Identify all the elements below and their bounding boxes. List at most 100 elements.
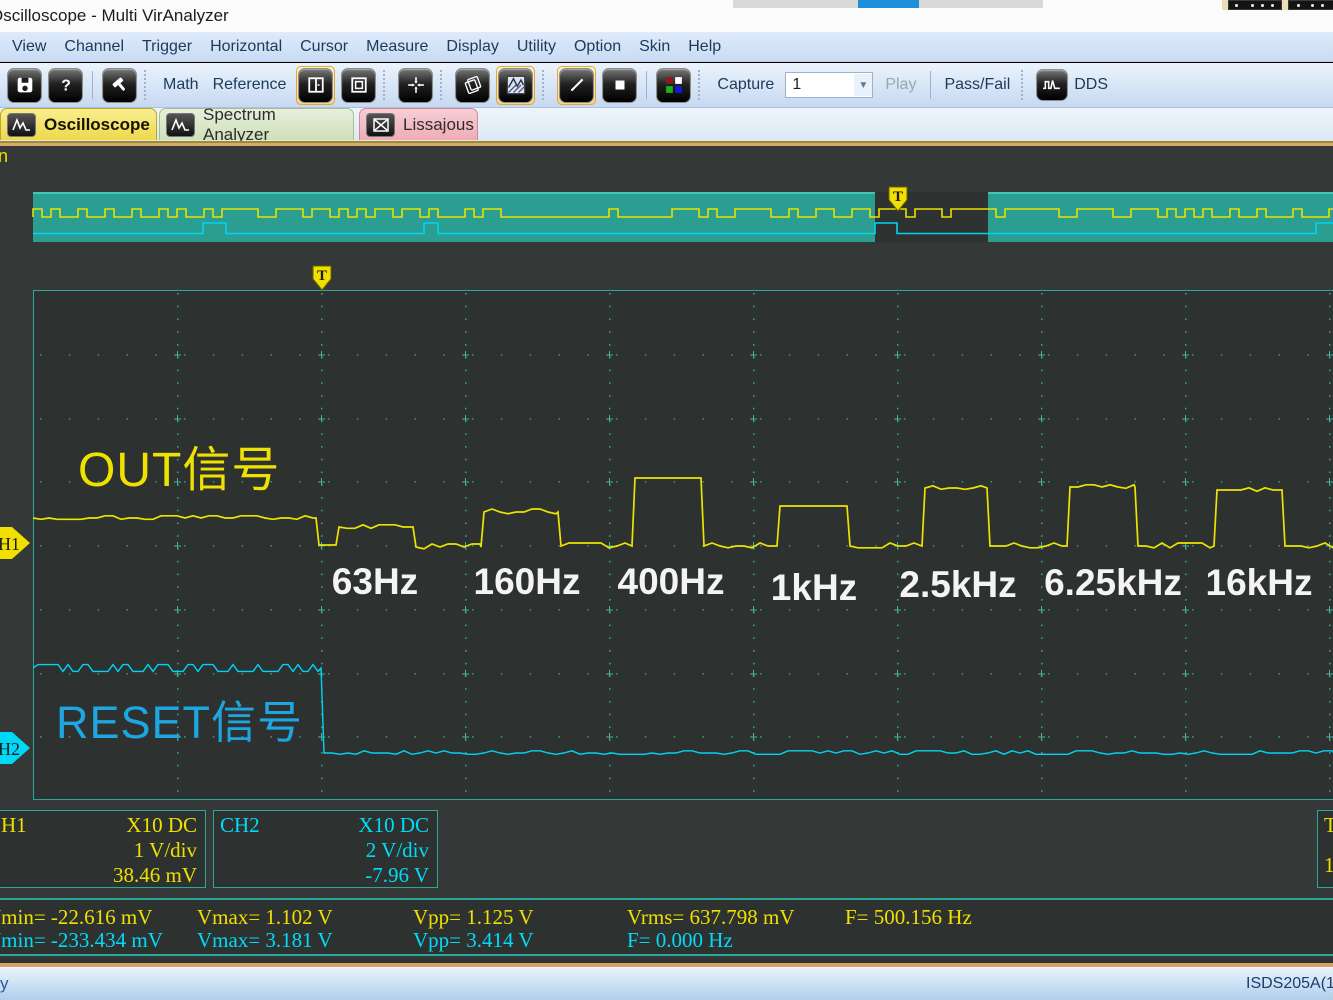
stop-icon (615, 80, 625, 90)
single-view-button[interactable] (341, 67, 377, 103)
persistence-3d-icon (464, 76, 482, 94)
timebase-panel-clipped[interactable]: T 1 (1317, 810, 1333, 888)
freq-label-160hz: 160Hz (473, 561, 581, 602)
ch1-vmax: Vmax= 1.102 V (197, 905, 333, 929)
menu-channel[interactable]: Channel (64, 38, 140, 56)
waterfall-3d-icon (506, 75, 526, 95)
ch1-vmin: Vmin= -22.616 mV (0, 905, 153, 929)
background-button[interactable] (1288, 0, 1333, 10)
ch2-name: CH2 (220, 813, 260, 837)
freq-label-2-5khz: 2.5kHz (899, 564, 1017, 605)
ch2-vpp: Vpp= 3.414 V (413, 928, 534, 952)
menu-horizontal[interactable]: Horizontal (210, 38, 298, 56)
dds-button[interactable] (1036, 69, 1069, 101)
menu-view[interactable]: View (12, 38, 62, 56)
tab-oscilloscope[interactable]: Oscilloscope (0, 108, 157, 140)
save-button[interactable] (7, 67, 42, 103)
background-scrollbar[interactable] (733, 0, 1043, 8)
ch1-vrms: Vrms= 637.798 mV (627, 905, 795, 929)
menu-measure[interactable]: Measure (366, 38, 444, 56)
ch2-freq: F= 0.000 Hz (627, 928, 733, 952)
ch1-volts-per-div: 1 V/div (133, 838, 197, 862)
menu-cursor[interactable]: Cursor (300, 38, 364, 56)
title-bar: Oscilloscope - Multi VirAnalyzer (0, 0, 1333, 32)
scrollbar-thumb[interactable] (858, 0, 919, 8)
ch1-name: CH1 (0, 813, 27, 837)
stop-button[interactable] (602, 67, 638, 103)
capture-count-select[interactable]: 1 ▼ (785, 72, 874, 98)
ch1-info-panel[interactable]: CH1 X10 DC 1 V/div 38.46 mV (0, 810, 206, 888)
ch2-vmax: Vmax= 3.181 V (197, 928, 333, 952)
play-button[interactable]: Play (885, 76, 916, 94)
menu-bar: View Channel Trigger Horizontal Cursor M… (0, 32, 1333, 62)
tab-row: Oscilloscope Spectrum Analyzer Lissajous (0, 105, 1333, 144)
svg-text:CH1: CH1 (0, 534, 20, 554)
ch2-info-panel[interactable]: CH2 X10 DC 2 V/div -7.96 V (213, 810, 438, 888)
out-signal-annotation: OUT信号 (78, 444, 281, 497)
freq-label-400hz: 400Hz (617, 561, 725, 602)
split-view-toggle[interactable] (296, 65, 336, 105)
freq-label-16khz: 16kHz (1205, 562, 1313, 603)
tools-button[interactable] (102, 67, 137, 103)
math-button[interactable]: Math (163, 76, 199, 94)
split-view-icon (308, 77, 324, 93)
menu-skin[interactable]: Skin (639, 38, 686, 56)
timebase-line1: T (1324, 813, 1333, 837)
timebase-line2: 1 (1324, 853, 1333, 877)
capture-label: Capture (717, 76, 775, 93)
reset-signal-annotation: RESET信号 (56, 697, 304, 748)
draw-line-toggle[interactable] (557, 65, 597, 105)
reference-button[interactable]: Reference (213, 76, 287, 94)
tab-lissajous-label: Lissajous (403, 114, 474, 134)
tab-spectrum-analyzer[interactable]: Spectrum Analyzer (159, 105, 354, 144)
svg-text:T: T (893, 189, 903, 205)
dds-wave-icon (1043, 80, 1061, 90)
passfail-button[interactable]: Pass/Fail (944, 76, 1010, 94)
tab-oscilloscope-label: Oscilloscope (44, 114, 150, 134)
svg-text:CH2: CH2 (0, 739, 20, 759)
waterfall-3d-toggle[interactable] (496, 65, 536, 105)
tab-spectrum-analyzer-label: Spectrum Analyzer (203, 104, 276, 144)
center-arrows-icon (408, 77, 424, 93)
freq-label-63hz: 63Hz (331, 561, 419, 602)
menu-display[interactable]: Display (446, 38, 514, 56)
color-palette-icon (666, 77, 682, 93)
ch1-probe-coupling: X10 DC (126, 813, 197, 837)
menu-option[interactable]: Option (574, 38, 637, 56)
toolbar: ? Math Reference Capture 1 ▼ Play Pass/F… (0, 63, 1333, 108)
clipped-side-label: n (0, 146, 9, 166)
status-bar: y ISDS205A(1 (0, 967, 1333, 1000)
lissajous-icon (366, 112, 395, 137)
persistence-3d-button[interactable] (455, 67, 491, 103)
svg-text:T: T (317, 268, 327, 284)
ch1-offset: 38.46 mV (113, 863, 197, 887)
freq-label-1khz: 1kHz (770, 567, 858, 608)
overview-strip[interactable] (33, 192, 1333, 242)
ch2-probe-coupling: X10 DC (358, 813, 429, 837)
svg-text:?: ? (61, 78, 71, 94)
window-title: Oscilloscope - Multi VirAnalyzer (0, 6, 229, 25)
oscilloscope-wave-icon (7, 112, 36, 137)
ch1-freq: F= 500.156 Hz (845, 905, 972, 929)
ch2-volts-per-div: 2 V/div (365, 838, 429, 862)
line-icon (570, 78, 584, 92)
status-text-clipped: y (0, 974, 9, 993)
menu-utility[interactable]: Utility (517, 38, 572, 56)
menu-help[interactable]: Help (688, 38, 737, 56)
chevron-down-icon: ▼ (854, 74, 873, 96)
hammer-icon (112, 77, 125, 91)
freq-label-6-25khz: 6.25kHz (1044, 562, 1182, 603)
color-settings-button[interactable] (656, 67, 692, 103)
background-button[interactable] (1228, 0, 1282, 10)
tab-lissajous[interactable]: Lissajous (359, 108, 478, 140)
save-icon (17, 77, 32, 93)
dds-label[interactable]: DDS (1074, 76, 1108, 94)
help-button[interactable]: ? (48, 67, 83, 103)
menu-trigger[interactable]: Trigger (142, 38, 208, 56)
spectrum-wave-icon (166, 112, 195, 137)
background-window-buttons (1222, 0, 1333, 10)
device-model-label: ISDS205A(1 (1246, 975, 1333, 992)
center-waveform-button[interactable] (398, 67, 434, 103)
single-view-icon (351, 77, 367, 93)
ch2-offset: -7.96 V (365, 863, 429, 887)
